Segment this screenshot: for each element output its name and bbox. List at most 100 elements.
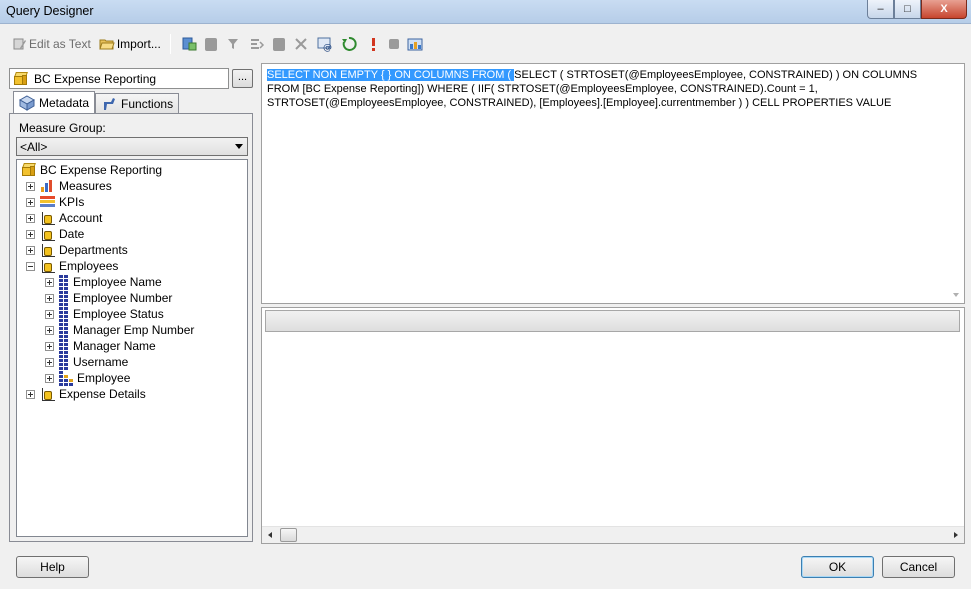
design-mode-icon[interactable] <box>407 36 423 52</box>
chevron-down-icon <box>235 144 243 149</box>
expand-icon[interactable] <box>26 245 35 255</box>
expand-icon[interactable] <box>45 325 54 335</box>
expand-icon[interactable] <box>26 197 35 207</box>
results-grid <box>261 307 965 544</box>
scrollbar-thumb[interactable] <box>280 528 297 542</box>
tab-functions-label: Functions <box>121 96 174 111</box>
tree-root[interactable]: BC Expense Reporting <box>22 162 162 178</box>
import-label: Import... <box>116 37 161 51</box>
dimension-icon <box>40 387 55 402</box>
scroll-right-icon[interactable] <box>954 532 958 538</box>
attribute-icon <box>59 338 69 354</box>
help-button[interactable]: Help <box>16 556 89 578</box>
attribute-icon <box>59 306 69 322</box>
tree-item-kpis[interactable]: KPIs <box>26 194 84 210</box>
expand-icon[interactable] <box>26 213 35 223</box>
expand-icon[interactable] <box>45 373 54 383</box>
tree-item-label: Date <box>59 227 85 241</box>
cube-selector[interactable]: BC Expense Reporting <box>9 68 229 89</box>
run-query-icon[interactable] <box>365 36 381 52</box>
tree-item-expense-details[interactable]: Expense Details <box>26 386 146 402</box>
measures-icon <box>40 179 55 193</box>
ok-button[interactable]: OK <box>801 556 874 578</box>
collapse-icon[interactable] <box>26 261 35 271</box>
dimension-icon <box>40 259 55 274</box>
attribute-icon <box>59 274 69 290</box>
tree-item-label: Departments <box>59 243 128 257</box>
table-icon[interactable] <box>272 37 285 51</box>
filter-icon[interactable] <box>225 36 241 52</box>
expand-icon[interactable] <box>45 293 54 303</box>
browse-cube-button[interactable]: ... <box>232 69 253 88</box>
expand-icon[interactable] <box>45 309 54 319</box>
tree-item-manager-emp-number[interactable]: Manager Emp Number <box>45 322 194 338</box>
refresh-icon[interactable] <box>341 36 357 52</box>
tree-item-account[interactable]: Account <box>26 210 102 226</box>
attribute-icon <box>59 354 69 370</box>
minimize-button[interactable]: – <box>867 0 894 19</box>
cancel-button[interactable]: Cancel <box>882 556 955 578</box>
attribute-icon <box>59 322 69 338</box>
add-calculated-member-icon[interactable] <box>181 36 197 52</box>
tree-item-label: Manager Name <box>73 339 156 353</box>
maximize-button[interactable]: □ <box>894 0 921 19</box>
tree-item-employee-number[interactable]: Employee Number <box>45 290 172 306</box>
show-empty-cells-icon[interactable] <box>249 36 265 52</box>
hierarchy-icon <box>59 370 73 386</box>
query-parameters-icon[interactable]: @ <box>317 36 333 52</box>
cube-name: BC Expense Reporting <box>34 71 157 86</box>
edit-as-text-button[interactable]: Edit as Text <box>8 33 94 55</box>
svg-text:@: @ <box>323 43 332 52</box>
toolbar: Edit as Text Import... @ <box>0 31 971 57</box>
tree-item-label: Employee Status <box>73 307 164 321</box>
expand-icon[interactable] <box>26 181 35 191</box>
open-folder-icon <box>99 39 115 50</box>
delete-member-icon[interactable] <box>204 37 217 51</box>
tab-metadata[interactable]: Metadata <box>13 91 96 113</box>
tree-item-employee-name[interactable]: Employee Name <box>45 274 162 290</box>
scroll-left-icon[interactable] <box>268 532 272 538</box>
tree-item-employee-status[interactable]: Employee Status <box>45 306 164 322</box>
tree-item-departments[interactable]: Departments <box>26 242 128 258</box>
cube-icon <box>22 163 36 177</box>
import-button[interactable]: Import... <box>96 33 164 55</box>
scroll-down-icon[interactable] <box>953 293 959 297</box>
edit-as-text-label: Edit as Text <box>29 37 91 51</box>
tree-item-username[interactable]: Username <box>45 354 128 370</box>
results-horizontal-scrollbar[interactable] <box>262 526 964 543</box>
measure-group-dropdown[interactable]: <All> <box>16 137 248 156</box>
expand-icon[interactable] <box>26 229 35 239</box>
stop-icon[interactable] <box>388 39 399 49</box>
tree-item-label: Account <box>59 211 103 225</box>
tab-functions[interactable]: Functions <box>95 93 180 113</box>
expand-icon[interactable] <box>45 277 54 287</box>
tree-item-date[interactable]: Date <box>26 226 84 242</box>
expand-icon[interactable] <box>45 357 54 367</box>
tree-item-label: Employees <box>59 259 119 273</box>
kpi-icon <box>40 196 55 208</box>
close-button[interactable]: X <box>921 0 967 19</box>
metadata-tree: BC Expense Reporting Measures KPIs Accou… <box>16 159 248 537</box>
functions-icon <box>104 97 116 110</box>
tree-item-label: Employee <box>77 371 131 385</box>
query-vertical-scrollbar[interactable] <box>948 64 964 303</box>
measure-group-value: <All> <box>20 139 48 154</box>
dimension-icon <box>40 211 55 226</box>
metadata-icon <box>19 94 35 111</box>
query-text[interactable]: SELECT NON EMPTY { } ON COLUMNS FROM ( S… <box>267 68 945 110</box>
query-editor[interactable]: SELECT NON EMPTY { } ON COLUMNS FROM ( S… <box>261 63 965 304</box>
expand-icon[interactable] <box>45 341 54 351</box>
delete-icon[interactable] <box>293 36 309 52</box>
metadata-tabs: Metadata Functions <box>13 91 180 113</box>
tree-item-label: Manager Emp Number <box>73 323 195 337</box>
attribute-icon <box>59 290 69 306</box>
window-controls: – □ X <box>867 0 967 19</box>
dimension-icon <box>40 227 55 242</box>
expand-icon[interactable] <box>26 389 35 399</box>
tree-item-employee-hierarchy[interactable]: Employee <box>45 370 130 386</box>
tree-item-employees[interactable]: Employees <box>26 258 118 274</box>
tree-item-measures[interactable]: Measures <box>26 178 112 194</box>
tree-item-label: Employee Name <box>73 275 162 289</box>
results-header <box>265 310 960 332</box>
tree-item-manager-name[interactable]: Manager Name <box>45 338 156 354</box>
